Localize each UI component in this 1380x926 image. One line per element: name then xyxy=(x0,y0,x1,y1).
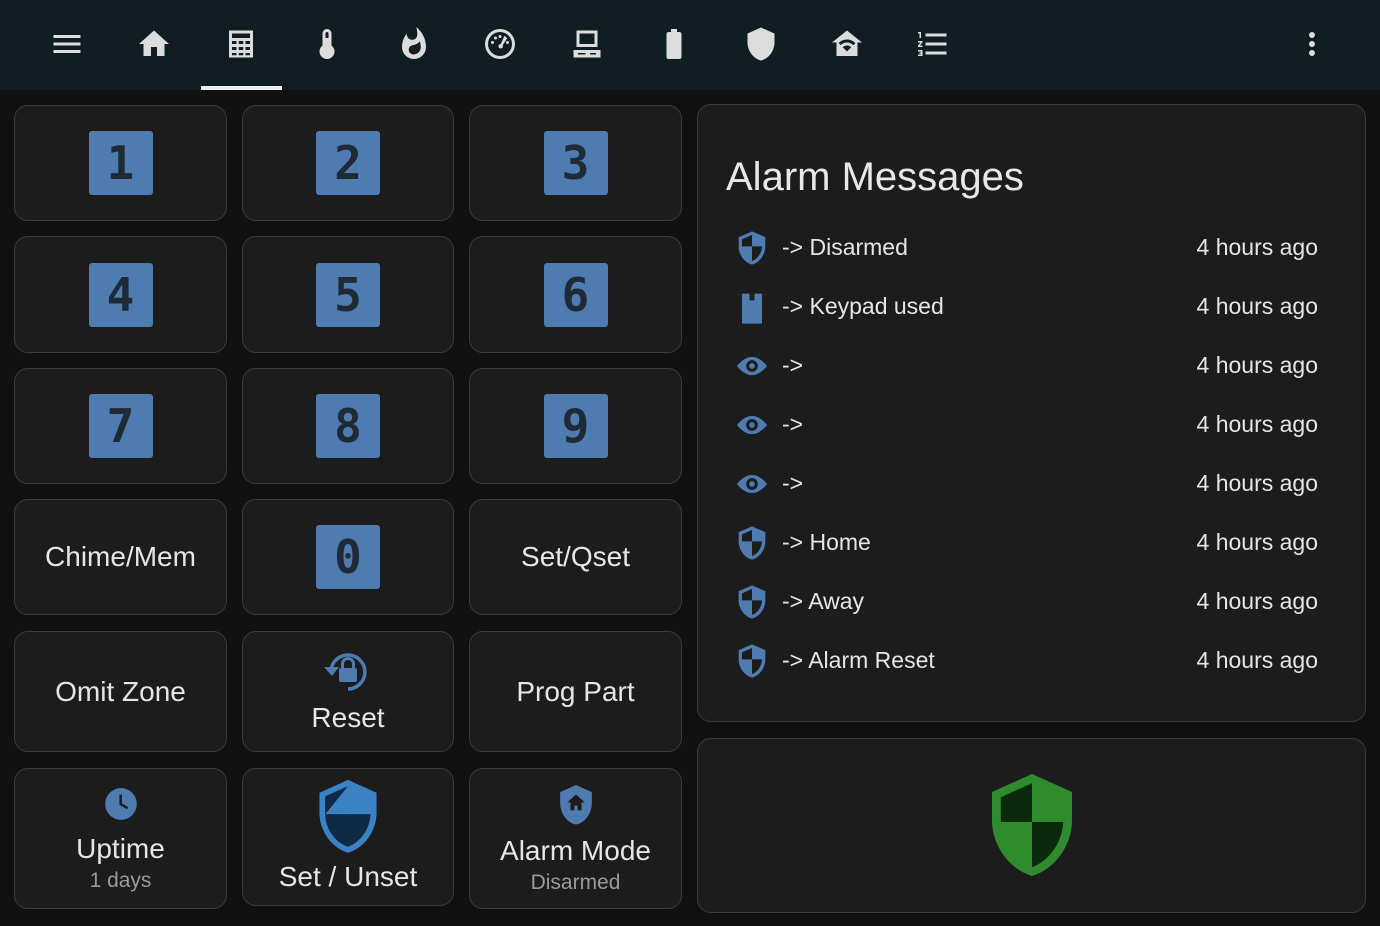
key-5-button[interactable]: 5 xyxy=(242,236,454,353)
reset-button[interactable]: Reset xyxy=(242,631,454,752)
list-item: -> Away 4 hours ago xyxy=(728,585,1318,628)
uptime-value: 1 days xyxy=(89,868,152,892)
shield-half-icon xyxy=(732,641,772,681)
alarm-status-card[interactable] xyxy=(697,738,1366,913)
message-text: -> Alarm Reset xyxy=(782,647,935,673)
key-9-button[interactable]: 9 xyxy=(469,368,682,484)
eye-icon xyxy=(732,405,772,445)
top-app-bar xyxy=(0,0,1380,90)
digit-9: 9 xyxy=(543,394,608,458)
calculator-icon[interactable] xyxy=(219,22,263,66)
gauge-icon[interactable] xyxy=(478,22,522,66)
fire-icon[interactable] xyxy=(392,22,436,66)
message-time: 4 hours ago xyxy=(1196,647,1318,673)
key-2-button[interactable]: 2 xyxy=(242,105,454,221)
alarm-mode-label: Alarm Mode xyxy=(500,834,651,866)
shield-half-icon xyxy=(732,523,772,563)
omit-zone-button[interactable]: Omit Zone xyxy=(14,631,227,752)
message-text: -> Disarmed xyxy=(782,234,908,260)
message-text: -> xyxy=(782,470,804,496)
list-item: -> Disarmed 4 hours ago xyxy=(728,231,1318,274)
prog-part-label: Prog Part xyxy=(516,675,635,707)
message-text: -> Home xyxy=(782,529,871,555)
more-vert-icon[interactable] xyxy=(1290,22,1334,66)
home-icon[interactable] xyxy=(132,22,176,66)
message-text: -> xyxy=(782,411,804,437)
list-item: -> Keypad used 4 hours ago xyxy=(728,293,1318,333)
message-time: 4 hours ago xyxy=(1196,470,1318,496)
numbered-list-icon[interactable] xyxy=(911,22,955,66)
message-text: -> Keypad used xyxy=(782,293,944,319)
key-8-button[interactable]: 8 xyxy=(242,368,454,484)
keypad-icon xyxy=(732,287,772,327)
message-text: -> xyxy=(782,352,804,378)
digit-3: 3 xyxy=(543,131,608,195)
list-item: -> 4 hours ago xyxy=(728,470,1318,510)
key-7-button[interactable]: 7 xyxy=(14,368,227,484)
eye-icon xyxy=(732,346,772,386)
message-time: 4 hours ago xyxy=(1196,234,1318,260)
active-tab-indicator xyxy=(201,86,282,90)
digit-6: 6 xyxy=(543,262,608,327)
set-qset-label: Set/Qset xyxy=(521,541,630,572)
digit-1: 1 xyxy=(88,131,153,195)
digit-0: 0 xyxy=(316,525,380,589)
list-item: -> 4 hours ago xyxy=(728,411,1318,451)
omit-zone-label: Omit Zone xyxy=(55,675,186,707)
shield-home-icon xyxy=(559,784,592,825)
eye-icon xyxy=(732,464,772,504)
digit-8: 8 xyxy=(316,394,380,458)
key-1-button[interactable]: 1 xyxy=(14,105,227,221)
reset-label: Reset xyxy=(311,701,385,733)
set-unset-label: Set / Unset xyxy=(278,861,418,892)
prog-part-button[interactable]: Prog Part xyxy=(469,631,682,752)
chime-mem-button[interactable]: Chime/Mem xyxy=(14,499,227,615)
digit-4: 4 xyxy=(88,262,153,327)
list-item: -> Alarm Reset 4 hours ago xyxy=(728,644,1318,687)
alarm-mode-card[interactable]: Alarm Mode Disarmed xyxy=(469,768,682,909)
shield-green-icon xyxy=(991,773,1072,876)
thermometer-icon[interactable] xyxy=(305,22,349,66)
message-time: 4 hours ago xyxy=(1196,293,1318,319)
battery-icon[interactable] xyxy=(652,22,696,66)
alarm-messages-card: Alarm Messages -> Disarmed 4 hours ago -… xyxy=(697,104,1366,722)
digit-5: 5 xyxy=(316,262,380,327)
set-unset-button[interactable]: Set / Unset xyxy=(242,768,454,906)
shield-icon[interactable] xyxy=(739,22,783,66)
list-item: -> Home 4 hours ago xyxy=(728,526,1318,569)
clock-icon xyxy=(104,787,137,820)
key-6-button[interactable]: 6 xyxy=(469,236,682,353)
digit-7: 7 xyxy=(88,394,153,458)
computer-icon[interactable] xyxy=(565,22,609,66)
chime-mem-label: Chime/Mem xyxy=(45,541,196,572)
shield-half-icon xyxy=(732,228,772,268)
key-0-button[interactable]: 0 xyxy=(242,499,454,615)
menu-icon[interactable] xyxy=(45,22,89,66)
alarm-mode-value: Disarmed xyxy=(530,870,621,894)
shield-half-icon xyxy=(319,779,377,853)
key-3-button[interactable]: 3 xyxy=(469,105,682,221)
key-4-button[interactable]: 4 xyxy=(14,236,227,353)
message-time: 4 hours ago xyxy=(1196,529,1318,555)
shield-half-icon xyxy=(732,582,772,622)
digit-2: 2 xyxy=(316,131,380,195)
wifi-home-icon[interactable] xyxy=(825,22,869,66)
uptime-card[interactable]: Uptime 1 days xyxy=(14,768,227,909)
lock-reset-icon xyxy=(324,652,367,691)
alarm-messages-title: Alarm Messages xyxy=(726,155,1024,199)
message-text: -> Away xyxy=(782,588,865,614)
uptime-label: Uptime xyxy=(76,832,165,864)
message-time: 4 hours ago xyxy=(1196,411,1318,437)
message-time: 4 hours ago xyxy=(1196,588,1318,614)
set-qset-button[interactable]: Set/Qset xyxy=(469,499,682,615)
list-item: -> 4 hours ago xyxy=(728,352,1318,392)
message-time: 4 hours ago xyxy=(1196,352,1318,378)
